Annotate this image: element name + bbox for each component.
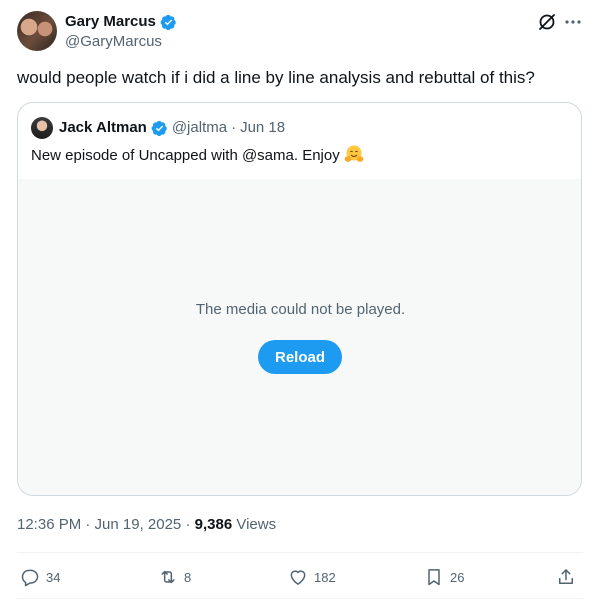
quoted-author-name[interactable]: Jack Altman bbox=[59, 118, 147, 138]
quoted-post-text-row: New episode of Uncapped with @sama. Enjo… bbox=[31, 145, 364, 166]
share-icon bbox=[559, 569, 573, 584]
bookmark-icon bbox=[428, 569, 440, 586]
quoted-post-meta: Jack Altman @jaltma · Jun 18 bbox=[59, 118, 285, 138]
reply-icon bbox=[21, 569, 39, 587]
author-handle[interactable]: @GaryMarcus bbox=[65, 33, 162, 51]
meta-separator: · bbox=[231, 119, 237, 136]
hugging-face-emoji-icon bbox=[344, 145, 364, 162]
media-error-message: The media could not be played. bbox=[195, 301, 406, 318]
quoted-post-text: New episode of Uncapped with @sama. Enjo… bbox=[31, 147, 340, 164]
share-button[interactable] bbox=[556, 560, 576, 594]
more-icon[interactable] bbox=[563, 12, 583, 32]
author-name-row[interactable]: Gary Marcus bbox=[65, 13, 177, 31]
post-text: would people watch if i did a line by li… bbox=[17, 68, 535, 87]
reply-button[interactable]: 34 bbox=[20, 560, 60, 594]
like-button[interactable]: 182 bbox=[288, 560, 336, 594]
post-timestamp-line: 12:36 PM · Jun 19, 2025 · 9,386 Views bbox=[17, 515, 276, 535]
reply-count: 34 bbox=[46, 569, 61, 585]
post-page: Gary Marcus @GaryMarcus would people wat… bbox=[0, 0, 599, 600]
reload-button[interactable]: Reload bbox=[258, 340, 342, 374]
author-avatar[interactable] bbox=[17, 11, 57, 51]
divider bbox=[17, 552, 583, 553]
post-timestamp[interactable]: 12:36 PM · Jun 19, 2025 bbox=[17, 516, 181, 533]
views-label: Views bbox=[236, 516, 277, 533]
views-count: 9,386 bbox=[194, 516, 233, 533]
quoted-author-handle[interactable]: @jaltma bbox=[172, 118, 227, 138]
video-player[interactable]: The media could not be played. Reload bbox=[18, 179, 581, 495]
quoted-author-avatar[interactable] bbox=[31, 117, 53, 139]
verified-badge-icon bbox=[151, 120, 167, 136]
heart-icon bbox=[290, 570, 306, 585]
author-name[interactable]: Gary Marcus bbox=[65, 13, 156, 31]
quoted-post-date[interactable]: Jun 18 bbox=[240, 118, 285, 138]
bookmark-count: 26 bbox=[450, 569, 465, 585]
repost-count: 8 bbox=[184, 569, 192, 585]
meta-separator: · bbox=[185, 516, 195, 533]
like-count: 182 bbox=[314, 569, 336, 585]
repost-button[interactable]: 8 bbox=[158, 560, 191, 594]
divider bbox=[17, 598, 583, 599]
quoted-post-card[interactable]: Jack Altman @jaltma · Jun 18 New episode… bbox=[17, 102, 582, 496]
grok-icon[interactable] bbox=[537, 12, 557, 32]
action-bar: 34 8 182 26 bbox=[0, 560, 599, 594]
bookmark-button[interactable]: 26 bbox=[424, 560, 464, 594]
verified-badge-icon bbox=[160, 14, 176, 30]
repost-icon bbox=[161, 570, 175, 584]
